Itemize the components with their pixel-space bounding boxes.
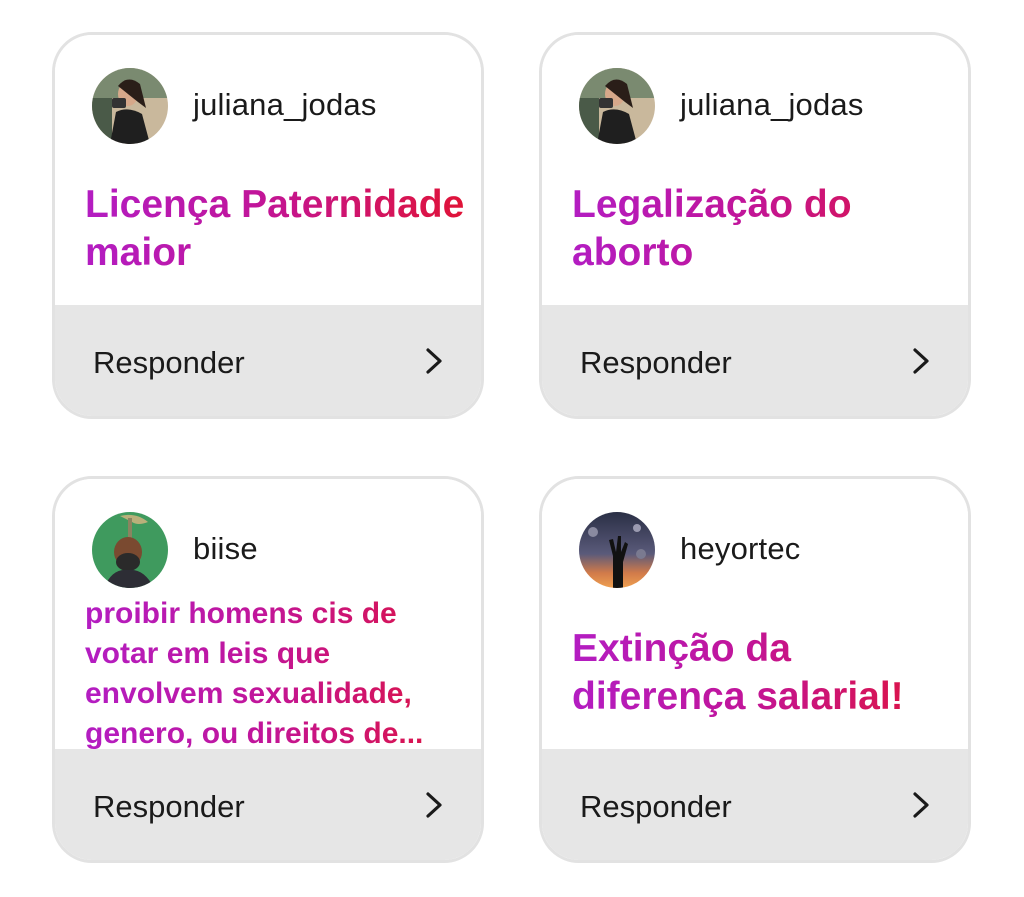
question-card: juliana_jodas Legalização do aborto Resp… [539, 32, 971, 419]
respond-label: Responder [93, 345, 245, 380]
respond-button[interactable]: Responder [55, 305, 481, 416]
username[interactable]: juliana_jodas [680, 87, 864, 123]
question-card: biise proibir homens cis de votar em lei… [52, 476, 484, 863]
question-card-header: juliana_jodas Legalização do aborto [542, 35, 968, 311]
question-text: proibir homens cis de votar em leis que … [85, 594, 475, 754]
username[interactable]: juliana_jodas [193, 87, 377, 123]
question-text: Legalização do aborto [572, 181, 952, 277]
question-card-header: juliana_jodas Licença Paternidade maior [55, 35, 481, 311]
question-card: juliana_jodas Licença Paternidade maior … [52, 32, 484, 419]
question-card-header: heyortec Extinção da diferença salarial! [542, 479, 968, 755]
respond-label: Responder [93, 789, 245, 824]
chevron-right-icon [913, 792, 929, 818]
chevron-right-icon [426, 348, 442, 374]
question-card: heyortec Extinção da diferença salarial!… [539, 476, 971, 863]
respond-button[interactable]: Responder [542, 749, 968, 860]
avatar[interactable] [92, 512, 168, 588]
username[interactable]: heyortec [680, 531, 801, 567]
respond-label: Responder [580, 345, 732, 380]
question-text: Licença Paternidade maior [85, 181, 465, 277]
username[interactable]: biise [193, 531, 258, 567]
respond-button[interactable]: Responder [55, 749, 481, 860]
respond-label: Responder [580, 789, 732, 824]
avatar[interactable] [579, 512, 655, 588]
respond-button[interactable]: Responder [542, 305, 968, 416]
question-text: Extinção da diferença salarial! [572, 625, 952, 721]
avatar[interactable] [579, 68, 655, 144]
avatar[interactable] [92, 68, 168, 144]
question-card-header: biise proibir homens cis de votar em lei… [55, 479, 481, 755]
chevron-right-icon [913, 348, 929, 374]
chevron-right-icon [426, 792, 442, 818]
